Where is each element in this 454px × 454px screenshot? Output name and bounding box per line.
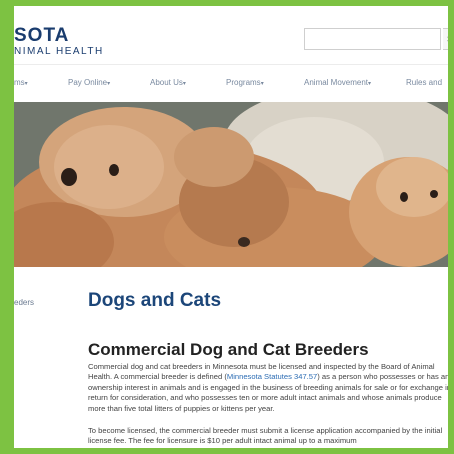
- nav-item-label: Rules and: [406, 78, 443, 87]
- hero-puppies-image: [14, 102, 448, 267]
- nav-item-programs[interactable]: Programs▾: [226, 78, 264, 87]
- puppies-illustration: [14, 102, 448, 267]
- license-paragraph: To become licensed, the commercial breed…: [88, 426, 443, 446]
- intro-paragraph: Commercial dog and cat breeders in Minne…: [88, 362, 448, 414]
- search-button[interactable]: S: [443, 28, 448, 50]
- nav-item-label: ms: [14, 78, 25, 87]
- chevron-down-icon: ▾: [368, 81, 372, 87]
- site-logo-subtitle[interactable]: NIMAL HEALTH: [14, 46, 104, 57]
- chevron-down-icon: ▾: [260, 81, 264, 87]
- site-logo-title[interactable]: SOTA: [14, 25, 69, 47]
- chevron-down-icon: ▾: [107, 81, 111, 87]
- site-header: SOTA NIMAL HEALTH S: [14, 6, 448, 64]
- nav-item-label: Programs: [226, 78, 261, 87]
- search-input[interactable]: [304, 28, 441, 50]
- nav-item-about-us[interactable]: About Us▾: [150, 78, 186, 87]
- nav-item-animal-movement[interactable]: Animal Movement▾: [304, 78, 371, 87]
- nav-item-label: Pay Online: [68, 78, 108, 87]
- nav-item-pay-online[interactable]: Pay Online▾: [68, 78, 110, 87]
- page-title: Dogs and Cats: [88, 290, 222, 311]
- section-title: Commercial Dog and Cat Breeders: [88, 340, 369, 359]
- browser-frame: SOTA NIMAL HEALTH S ms▾ Pay Online▾ Abou…: [0, 0, 454, 454]
- nav-item-rules[interactable]: Rules and: [406, 78, 442, 87]
- nav-item-label: About Us: [150, 78, 183, 87]
- statutes-link[interactable]: Minnesota Statutes 347.57: [227, 372, 317, 381]
- nav-item-label: Animal Movement: [304, 78, 369, 87]
- sidebar-item-breeders[interactable]: eders: [14, 298, 34, 307]
- nav-item-forms[interactable]: ms▾: [14, 78, 28, 87]
- chevron-down-icon: ▾: [182, 81, 186, 87]
- chevron-down-icon: ▾: [24, 81, 28, 87]
- main-nav: ms▾ Pay Online▾ About Us▾ Programs▾ Anim…: [14, 64, 448, 103]
